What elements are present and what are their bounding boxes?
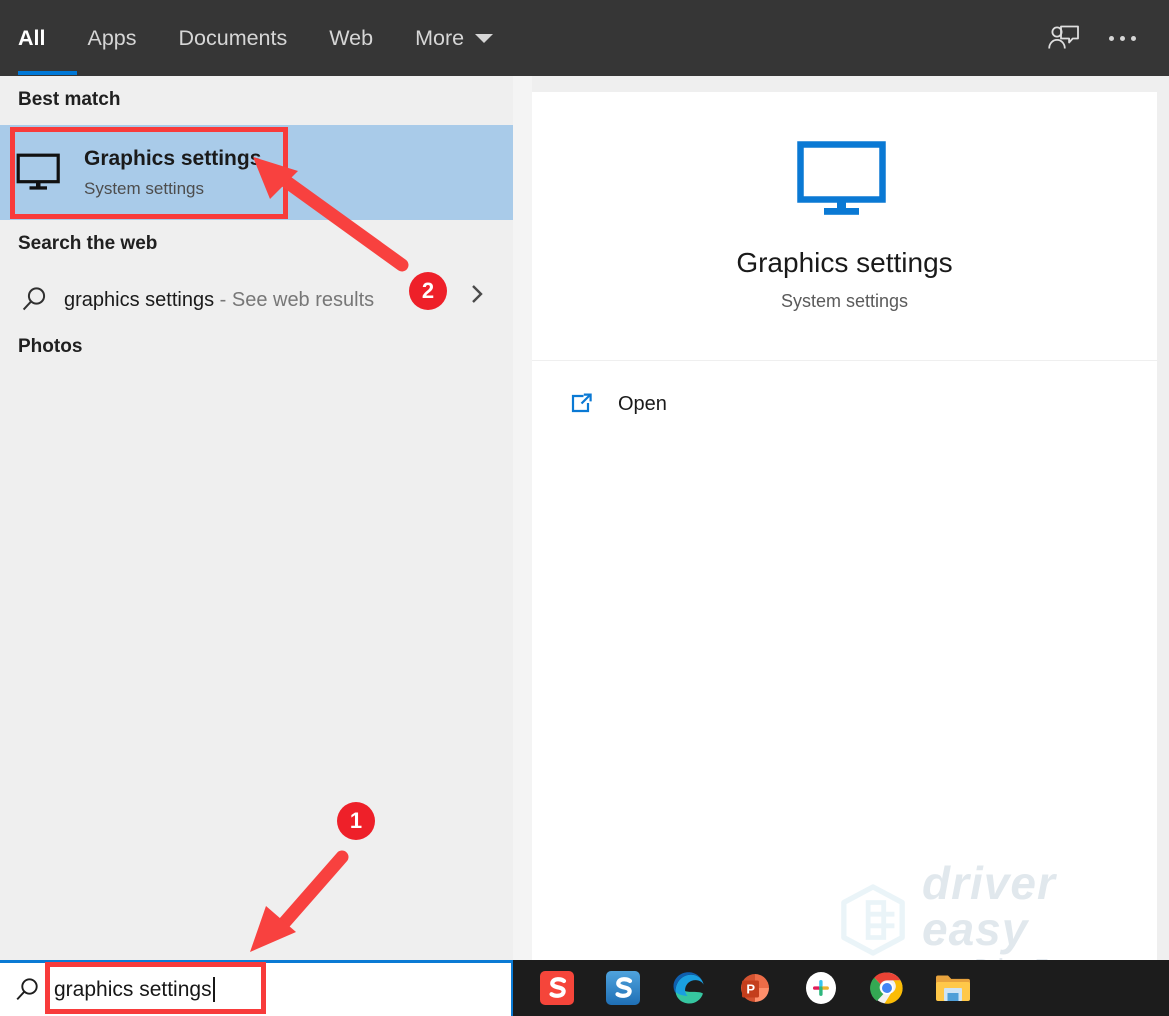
taskbar-item-powerpoint[interactable]: P [735,968,775,1008]
search-the-web-header: Search the web [0,233,157,255]
best-match-icon-wrap [8,153,72,193]
svg-text:P: P [746,981,755,996]
tab-apps[interactable]: Apps [87,0,157,76]
monitor-icon [16,153,64,193]
best-match-item[interactable]: Graphics settings System settings [0,125,513,220]
external-link-icon [568,391,594,417]
search-icon [13,976,41,1004]
chevron-right-icon [466,283,488,305]
feedback-button[interactable] [1035,9,1093,67]
search-filter-tabbar: All Apps Documents Web More [0,0,1169,76]
annotation-badge-1: 1 [337,802,375,840]
web-result-label: graphics settings - See web results [64,289,374,312]
preview-card-body: Graphics settings System settings [532,92,1157,360]
powerpoint-icon: P [737,970,773,1006]
more-options-button[interactable] [1093,9,1151,67]
open-button-label: Open [618,393,667,416]
windows-search-overlay: All Apps Documents Web More [0,0,1169,1016]
taskbar-item-snagit[interactable] [537,968,577,1008]
search-input-icon-wrap [0,976,54,1004]
web-result-query: graphics settings [64,289,214,311]
topbar-actions [1035,0,1169,76]
panel-divider [513,76,532,960]
tab-web[interactable]: Web [329,0,394,76]
chevron-down-icon [475,34,493,43]
taskbar: P [513,960,1169,1016]
tab-all[interactable]: All [18,0,66,76]
tab-more[interactable]: More [415,0,493,76]
snagit-editor-icon [605,970,641,1006]
snagit-icon [539,970,575,1006]
search-input-text: graphics settings [54,977,215,1002]
file-explorer-icon [934,971,972,1005]
taskbar-item-file-explorer[interactable] [933,968,973,1008]
open-button[interactable]: Open [532,391,667,417]
more-options-icon [1109,36,1136,41]
taskbar-item-google-chrome[interactable] [867,968,907,1008]
search-input[interactable]: graphics settings [0,960,513,1016]
web-result-icon-wrap [4,285,64,315]
web-result-expand-button[interactable] [466,283,488,305]
monitor-icon [797,141,893,221]
taskbar-item-snagit-editor[interactable] [603,968,643,1008]
tab-list: All Apps Documents Web More [0,0,514,76]
web-result-suffix: - See web results [214,289,374,311]
photos-header: Photos [0,336,82,358]
best-match-text: Graphics settings System settings [84,146,261,198]
preview-card: Graphics settings System settings [532,92,1157,360]
tab-all-label: All [18,26,45,51]
feedback-person-icon [1047,23,1081,53]
google-chrome-icon [869,970,905,1006]
text-cursor [213,977,215,1002]
tab-active-underline [18,71,77,75]
annotation-badge-2: 2 [409,272,447,310]
slack-icon [803,970,839,1006]
preview-actions: Open [532,361,1157,447]
tab-documents-label: Documents [179,26,288,51]
tab-web-label: Web [329,26,373,51]
tab-apps-label: Apps [87,26,136,51]
best-match-title: Graphics settings [84,146,261,172]
taskbar-item-microsoft-edge[interactable] [669,968,709,1008]
preview-title: Graphics settings [736,247,952,279]
search-input-value: graphics settings [54,978,212,1002]
taskbar-item-slack[interactable] [801,968,841,1008]
tab-more-label: More [415,26,464,51]
search-icon [19,285,49,315]
preview-subtitle: System settings [781,291,908,312]
microsoft-edge-icon [670,969,708,1007]
best-match-subtitle: System settings [84,179,261,199]
preview-empty-area [532,447,1157,960]
tab-documents[interactable]: Documents [179,0,309,76]
best-match-header: Best match [0,89,120,111]
